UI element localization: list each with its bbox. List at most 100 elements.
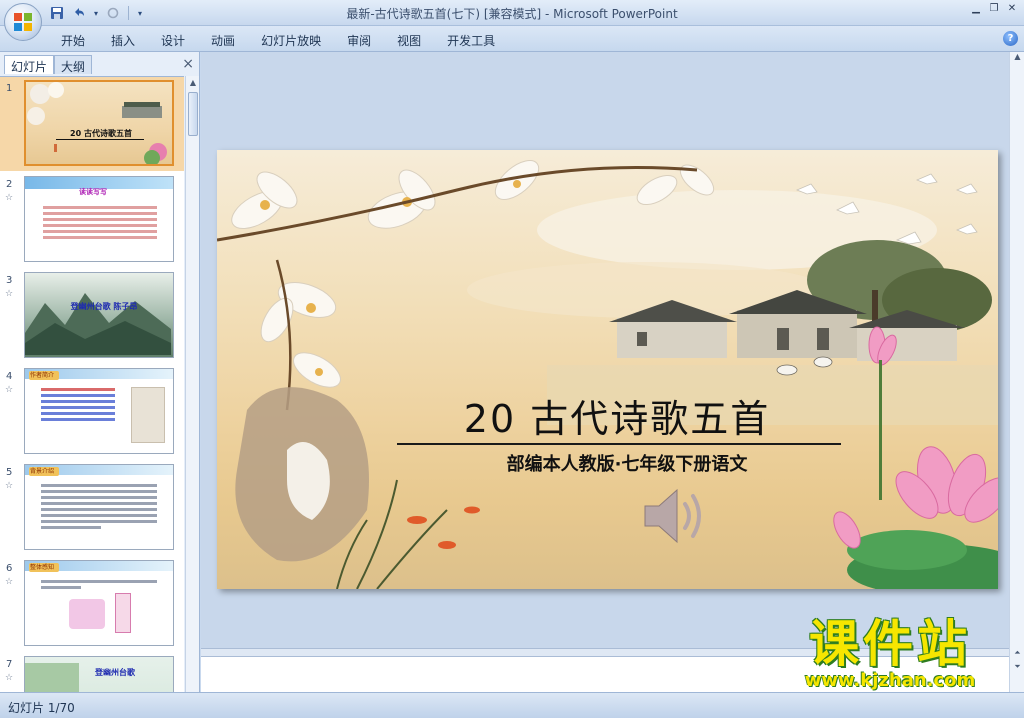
tab-home[interactable]: 开始 [48,30,98,51]
thumbnail-number: 1 [6,83,13,94]
thumbnail-line [41,520,157,523]
next-slide-icon[interactable]: ⏷ [1010,662,1024,674]
thumbnail-image: 读读写写 [24,176,174,262]
thumbnail-slide-4[interactable]: 4 ☆ 作者简介 [0,365,184,459]
thumbnail-caption: 登幽州台歌 [95,668,135,677]
thumbnail-number: 2 [6,179,13,190]
animation-star-icon: ☆ [5,385,14,395]
thumbnail-line [41,502,157,505]
thumbnail-caption: 登幽州台歌 陈子昂 [70,302,138,311]
tab-slides[interactable]: 幻灯片 [4,55,55,74]
slide-canvas[interactable]: 20 古代诗歌五首 部编本人教版·七年级下册语文 [217,150,998,589]
animation-star-icon: ☆ [5,193,14,203]
ribbon: 开始 插入 设计 动画 幻灯片放映 审阅 视图 开发工具 ? [0,26,1024,52]
thumbnail-scrollbar[interactable]: ▲ [185,76,199,692]
animation-star-icon: ☆ [5,289,14,299]
thumbnail-image: 登幽州台歌 陈子昂 [24,272,174,358]
thumbnail-caption: 整体感知 [30,564,55,571]
thumbnail-clipart [69,599,105,629]
tab-view[interactable]: 视图 [384,30,434,51]
tab-slideshow[interactable]: 幻灯片放映 [248,30,334,51]
thumbnail-list: 1 20 古代诗歌五首 2 ☆ 读读写写 3 ☆ 登幽州台歌 陈子昂 4 ☆ 作… [0,76,184,692]
thumbnail-clipart [115,593,131,633]
status-bar: 幻灯片 1/70 [0,692,1024,718]
thumbnail-number: 7 [6,659,13,670]
thumbnail-line [41,514,157,517]
window-title: 最新-古代诗歌五首(七下) [兼容模式] - Microsoft PowerPo… [346,7,678,21]
thumbnail-line [41,418,115,421]
tab-review[interactable]: 审阅 [334,30,384,51]
thumbnail-image: 20 古代诗歌五首 [24,80,174,166]
thumbnail-slide-7[interactable]: 7 ☆ 登幽州台歌 [0,653,184,692]
thumbnail-number: 5 [6,467,13,478]
close-window-icon[interactable]: ✕ [1004,2,1020,16]
thumbnail-line [41,388,115,391]
thumbnail-caption: 读读写写 [79,188,107,196]
thumbnail-line [41,508,157,511]
slide-subtitle[interactable]: 部编本人教版·七年级下册语文 [397,450,857,476]
thumbnail-rule [56,139,144,140]
minimize-icon[interactable]: ▁ [968,2,984,16]
thumbnail-slide-1[interactable]: 1 20 古代诗歌五首 [0,77,184,171]
thumbnail-slide-6[interactable]: 6 ☆ 整体感知 [0,557,184,651]
thumbnail-line [41,394,115,397]
thumbnail-line [41,496,157,499]
slide-indicator: 幻灯片 1/70 [8,701,75,715]
editing-scrollbar[interactable]: ▲ ⏶ ⏷ [1009,52,1024,692]
tab-developer[interactable]: 开发工具 [434,30,508,51]
thumbnail-line [41,412,115,415]
slide-editing-area: 20 古代诗歌五首 部编本人教版·七年级下册语文 [201,52,1009,692]
animation-star-icon: ☆ [5,673,14,683]
thumbnail-line [43,224,157,227]
thumbnail-line [41,586,81,589]
thumbnail-caption: 背景介绍 [30,468,55,475]
slide-background-art [217,160,998,589]
help-icon[interactable]: ? [1003,31,1018,46]
thumbnail-slide-5[interactable]: 5 ☆ 背景介绍 [0,461,184,555]
tab-outline[interactable]: 大纲 [54,55,93,74]
thumbnail-image: 作者简介 [24,368,174,454]
animation-star-icon: ☆ [5,481,14,491]
thumbnail-slide-2[interactable]: 2 ☆ 读读写写 [0,173,184,267]
thumbnail-line [43,218,157,221]
thumbnail-caption: 20 古代诗歌五首 [70,129,132,138]
thumbnail-image: 整体感知 [24,560,174,646]
office-button[interactable] [4,3,42,41]
animation-star-icon: ☆ [5,577,14,587]
thumbnail-clipart [25,663,79,692]
restore-icon[interactable]: ❐ [986,2,1002,16]
thumbnail-number: 6 [6,563,13,574]
scroll-up-icon[interactable]: ▲ [186,76,200,90]
thumbnail-number: 4 [6,371,13,382]
tab-animations[interactable]: 动画 [198,30,248,51]
scroll-up-icon[interactable]: ▲ [1010,52,1024,64]
thumbnail-image: 登幽州台歌 [24,656,174,692]
tab-insert[interactable]: 插入 [98,30,148,51]
ribbon-tabs: 开始 插入 设计 动画 幻灯片放映 审阅 视图 开发工具 [48,30,508,51]
thumbnail-line [41,580,157,583]
thumbnail-slide-3[interactable]: 3 ☆ 登幽州台歌 陈子昂 [0,269,184,363]
speaker-icon[interactable] [641,482,713,550]
close-icon[interactable]: × [182,56,194,72]
thumbnail-line [41,526,101,529]
thumbnail-portrait [131,387,165,443]
thumbnail-line [41,490,157,493]
thumbnail-line [43,236,157,239]
thumbnail-line [41,400,115,403]
thumbnail-line [41,484,157,487]
thumbnail-line [43,212,157,215]
title-bar: ▾ ▾ 最新-古代诗歌五首(七下) [兼容模式] - Microsoft Pow… [0,0,1024,26]
thumbnail-caption: 作者简介 [30,372,55,379]
previous-slide-icon[interactable]: ⏶ [1010,648,1024,660]
panel-tabs: 幻灯片 大纲 × [0,54,200,74]
slides-panel: 幻灯片 大纲 × 1 20 古代诗歌五首 2 ☆ 读读写写 3 ☆ 登幽州台歌 … [0,52,200,692]
window-controls: ▁ ❐ ✕ [968,2,1020,16]
thumbnail-number: 3 [6,275,13,286]
watermark-name: 课件站 [809,615,971,673]
watermark-logo: 课件站 www.kjzhan.com [774,616,1006,692]
thumbnail-image: 背景介绍 [24,464,174,550]
scrollbar-thumb[interactable] [188,92,198,136]
tab-design[interactable]: 设计 [148,30,198,51]
thumbnail-line [43,206,157,209]
slide-title[interactable]: 20 古代诗歌五首 [397,388,837,443]
